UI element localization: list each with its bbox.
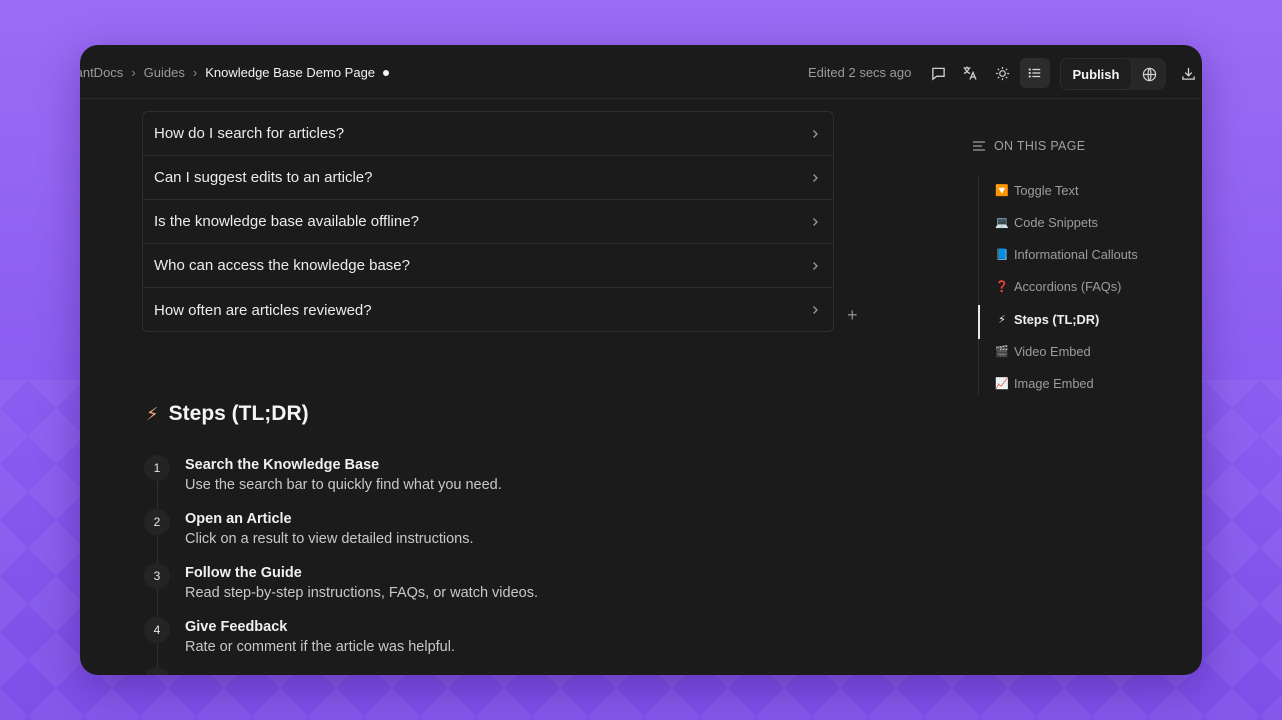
chevron-right-icon: [809, 128, 821, 140]
breadcrumb-item-guides[interactable]: Guides: [144, 65, 185, 80]
toc-item-label: Accordions (FAQs): [1014, 279, 1122, 294]
accordion-item[interactable]: Who can access the knowledge base?: [143, 244, 833, 288]
publish-group: Publish: [1060, 58, 1166, 90]
step-description: Rate or comment if the article was helpf…: [185, 639, 455, 655]
toc-item-label: Toggle Text: [1014, 183, 1079, 198]
chevron-right-icon: [809, 304, 821, 316]
accordion-item-label: Who can access the knowledge base?: [154, 257, 410, 274]
step-number: 2: [144, 509, 170, 535]
chevron-right-icon: ›: [192, 65, 198, 80]
top-bar: tantDocs › Guides › Knowledge Base Demo …: [80, 45, 1202, 99]
accordion-item-label: How often are articles reviewed?: [154, 301, 372, 319]
step-title: Open an Article: [185, 511, 292, 527]
book-icon: 📘: [995, 249, 1009, 261]
toc-item-label: Steps (TL;DR): [1014, 312, 1100, 327]
toc-item-label: Video Embed: [1014, 344, 1091, 359]
step-description: Use the search bar to quickly find what …: [185, 477, 502, 493]
accordion-item-label: Is the knowledge base available offline?: [154, 213, 419, 230]
chart-icon: 📈: [995, 378, 1009, 390]
toggle-icon: 🔽: [995, 185, 1009, 197]
app-window: tantDocs › Guides › Knowledge Base Demo …: [80, 45, 1202, 675]
step-item: 4 Give Feedback Rate or comment if the a…: [144, 617, 455, 655]
toc-item-video-embed[interactable]: 🎬 Video Embed: [979, 344, 1091, 359]
lightning-icon: ⚡: [146, 403, 159, 424]
toc-list: 🔽 Toggle Text 💻 Code Snippets 📘 Informat…: [978, 175, 1188, 395]
align-left-icon: [972, 140, 986, 152]
accordion-item[interactable]: How often are articles reviewed?: [143, 288, 833, 332]
accordion-item[interactable]: Can I suggest edits to an article?: [143, 156, 833, 200]
section-title: Steps (TL;DR): [168, 402, 309, 425]
breadcrumb-item-docs[interactable]: tantDocs: [80, 65, 123, 80]
step-item: 2 Open an Article Click on a result to v…: [144, 509, 474, 547]
toc-item-accordions[interactable]: ❓ Accordions (FAQs): [979, 279, 1121, 294]
publish-settings-button[interactable]: [1132, 58, 1166, 90]
toc-item-label: Image Embed: [1014, 376, 1094, 391]
chevron-right-icon: [809, 172, 821, 184]
accordion-item-label: How do I search for articles?: [154, 125, 345, 142]
toc-item-label: Code Snippets: [1014, 215, 1098, 230]
steps-heading: ⚡ Steps (TL;DR): [146, 402, 309, 426]
toc-item-steps[interactable]: ⚡ Steps (TL;DR): [979, 312, 1099, 327]
step-number: 1: [144, 455, 170, 481]
step-description: Click on a result to view detailed instr…: [185, 531, 474, 547]
chevron-right-icon: [809, 260, 821, 272]
translate-button[interactable]: [955, 58, 985, 88]
step-number-partial: [144, 667, 170, 675]
accordion-item-label: Can I suggest edits to an article?: [154, 169, 373, 186]
lightning-icon: ⚡: [998, 314, 1006, 326]
edited-status: Edited 2 secs ago: [808, 65, 912, 80]
add-block-button[interactable]: +: [847, 305, 858, 326]
chevron-right-icon: ›: [131, 65, 136, 80]
toc-item-informational-callouts[interactable]: 📘 Informational Callouts: [979, 247, 1138, 262]
breadcrumb-current-page: Knowledge Base Demo Page: [205, 65, 376, 80]
step-description: Read step-by-step instructions, FAQs, or…: [185, 585, 538, 601]
unsaved-indicator: [383, 69, 390, 76]
step-number: 4: [144, 617, 170, 643]
download-button[interactable]: [1173, 58, 1202, 88]
question-icon: ❓: [995, 281, 1009, 293]
on-this-page: ON THIS PAGE 🔽 Toggle Text 💻 Code Snippe…: [972, 139, 1192, 395]
clapper-icon: 🎬: [995, 346, 1009, 358]
faq-accordion: How do I search for articles? Can I sugg…: [142, 111, 834, 332]
list-icon: [1028, 68, 1041, 78]
breadcrumb: tantDocs › Guides › Knowledge Base Demo …: [80, 65, 390, 80]
toc-toggle-button[interactable]: [1020, 58, 1050, 88]
comment-icon: [931, 67, 945, 80]
step-title: Search the Knowledge Base: [185, 457, 380, 473]
publish-button[interactable]: Publish: [1060, 58, 1132, 90]
step-title: Give Feedback: [185, 619, 288, 635]
toc-item-code-snippets[interactable]: 💻 Code Snippets: [979, 215, 1098, 230]
step-title: Follow the Guide: [185, 565, 302, 581]
toc-item-image-embed[interactable]: 📈 Image Embed: [979, 376, 1094, 391]
toc-heading-label: ON THIS PAGE: [994, 139, 1086, 153]
computer-icon: 💻: [995, 217, 1009, 229]
chevron-right-icon: [809, 216, 821, 228]
step-item: 3 Follow the Guide Read step-by-step ins…: [144, 563, 538, 601]
theme-toggle-button[interactable]: [987, 58, 1017, 88]
accordion-item[interactable]: Is the knowledge base available offline?: [143, 200, 833, 244]
comment-button[interactable]: [923, 58, 953, 88]
translate-icon: [963, 66, 977, 80]
sun-icon: [995, 66, 1009, 80]
toc-heading: ON THIS PAGE: [972, 139, 1192, 153]
toc-item-toggle-text[interactable]: 🔽 Toggle Text: [979, 183, 1079, 198]
globe-icon: [1142, 67, 1156, 81]
accordion-item[interactable]: How do I search for articles?: [143, 112, 833, 156]
toc-item-label: Informational Callouts: [1014, 247, 1138, 262]
download-icon: [1181, 67, 1195, 80]
step-item: 1 Search the Knowledge Base Use the sear…: [144, 455, 502, 493]
step-number: 3: [144, 563, 170, 589]
